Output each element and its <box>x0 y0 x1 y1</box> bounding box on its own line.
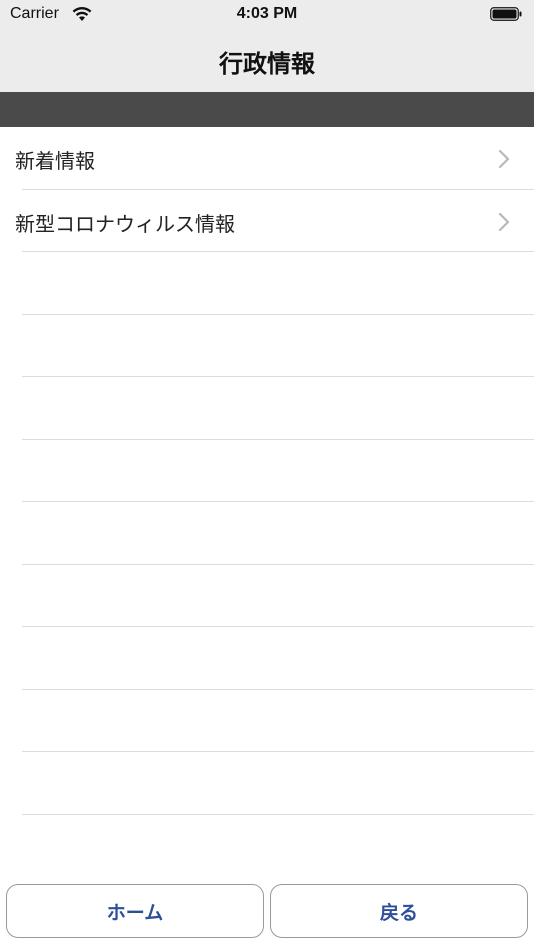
home-button[interactable]: ホーム <box>6 884 264 938</box>
empty-row <box>0 565 534 627</box>
status-time: 4:03 PM <box>236 5 298 22</box>
empty-row <box>0 315 534 377</box>
screen: Carrier 4:03 PM 行政情報 新着情報 新型コロナウィルス情報 ホー… <box>0 0 534 950</box>
list-item-new-info[interactable]: 新着情報 <box>0 127 534 190</box>
list-item-corona-info[interactable]: 新型コロナウィルス情報 <box>0 190 534 252</box>
menu-list: 新着情報 新型コロナウィルス情報 <box>0 127 534 877</box>
empty-row <box>0 440 534 502</box>
battery-icon <box>490 7 522 21</box>
list-item-label: 新型コロナウィルス情報 <box>15 211 235 236</box>
empty-row <box>0 377 534 440</box>
chevron-right-icon <box>498 149 510 169</box>
empty-row <box>0 690 534 752</box>
chevron-right-icon <box>498 212 510 231</box>
status-bar: Carrier 4:03 PM <box>0 0 534 32</box>
section-header-band <box>0 92 534 127</box>
list-item-label: 新着情報 <box>15 149 95 173</box>
page-title: 行政情報 <box>219 50 315 78</box>
empty-row <box>0 252 534 315</box>
empty-row <box>0 752 534 815</box>
top-area: Carrier 4:03 PM 行政情報 <box>0 0 534 92</box>
row-separator <box>22 813 534 815</box>
empty-row <box>0 627 534 690</box>
empty-row <box>0 502 534 565</box>
navigation-bar: 行政情報 <box>0 32 534 92</box>
back-button[interactable]: 戻る <box>270 884 528 938</box>
bottom-toolbar: ホーム 戻る <box>0 877 534 950</box>
